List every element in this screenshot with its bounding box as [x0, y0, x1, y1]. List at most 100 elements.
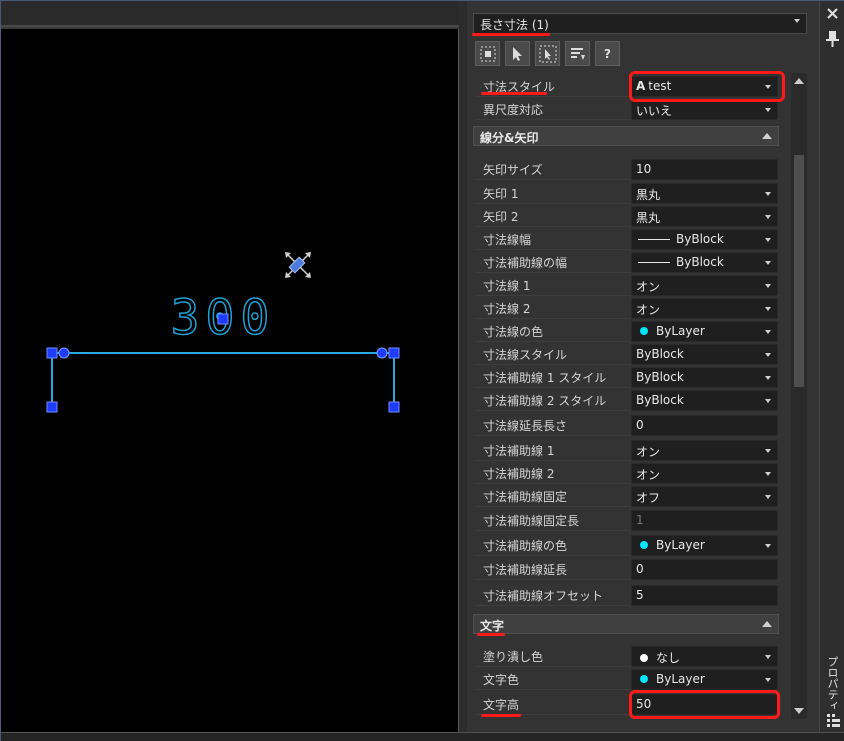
prop-select[interactable]: ByLayer: [631, 321, 778, 342]
prop-row[interactable]: 塗り潰し色 なし: [475, 645, 779, 667]
grip-dimline-end[interactable]: [388, 347, 400, 359]
prop-select[interactable]: 黒丸: [631, 183, 778, 204]
grip-ext-end[interactable]: [388, 401, 400, 413]
move-grip-icon[interactable]: [285, 252, 311, 278]
color-swatch-icon: [640, 675, 648, 683]
prop-select[interactable]: オン: [631, 440, 778, 461]
prop-row[interactable]: 矢印 1 黒丸: [475, 182, 779, 204]
prop-select[interactable]: Atest: [631, 76, 778, 97]
prop-select[interactable]: いいえ: [631, 99, 778, 120]
prop-select[interactable]: オン: [631, 463, 778, 484]
prop-row[interactable]: 寸法補助線の幅 ByBlock: [475, 251, 779, 273]
prop-row[interactable]: 寸法補助線 1 スタイル ByBlock: [475, 366, 779, 388]
prop-select[interactable]: ByLayer: [631, 669, 778, 690]
chevron-down-icon: [765, 284, 771, 288]
prop-row[interactable]: 寸法補助線 2 オン: [475, 462, 779, 484]
chevron-down-icon: [765, 399, 771, 403]
prop-row[interactable]: 寸法線 2 オン: [475, 297, 779, 319]
lineweight-swatch: [638, 262, 670, 263]
chevron-down-icon: [765, 655, 771, 659]
prop-label: 寸法補助線 2 スタイル: [483, 394, 607, 408]
collapse-icon: [762, 621, 772, 627]
prop-input[interactable]: 0: [631, 415, 778, 436]
prop-value: 黒丸: [636, 188, 661, 202]
prop-select[interactable]: ByBlock: [631, 229, 778, 250]
prop-row[interactable]: 寸法補助線延長 0: [475, 558, 779, 580]
prop-row[interactable]: 寸法補助線 1 オン: [475, 439, 779, 461]
splitter[interactable]: [459, 1, 467, 732]
drawing-canvas[interactable]: 300: [1, 1, 459, 732]
prop-label: 寸法補助線固定長: [483, 514, 580, 528]
prop-select[interactable]: ByLayer: [631, 535, 778, 556]
quick-select-icon[interactable]: [475, 41, 500, 66]
prop-row[interactable]: 寸法補助線固定 オフ: [475, 485, 779, 507]
prop-select[interactable]: ByBlock: [631, 390, 778, 411]
prop-row[interactable]: 矢印サイズ 10: [475, 158, 779, 180]
prop-input[interactable]: 10: [631, 159, 778, 180]
scroll-up-icon[interactable]: [794, 78, 804, 84]
prop-row[interactable]: 寸法線幅 ByBlock: [475, 228, 779, 250]
prop-value: オン: [636, 303, 661, 317]
prop-row[interactable]: 寸法線の色 ByLayer: [475, 320, 779, 342]
object-type-select[interactable]: 長さ寸法 (1): [473, 13, 807, 34]
chevron-down-icon: [794, 19, 800, 23]
scroll-down-icon[interactable]: [794, 708, 804, 714]
object-type-label: 長さ寸法 (1): [480, 18, 549, 32]
chevron-down-icon: [765, 449, 771, 453]
section-title: 線分&矢印: [480, 131, 539, 145]
chevron-down-icon: [765, 85, 771, 89]
chevron-down-icon: [765, 678, 771, 682]
prop-select[interactable]: オン: [631, 298, 778, 319]
grip-ext-start[interactable]: [46, 401, 58, 413]
pick-add-icon[interactable]: [535, 41, 560, 66]
prop-select[interactable]: ByBlock: [631, 344, 778, 365]
dimension-drawing[interactable]: 300: [1, 29, 459, 732]
section-header-lines[interactable]: 線分&矢印: [473, 126, 779, 146]
scroll-thumb[interactable]: [794, 155, 804, 387]
prop-select[interactable]: ByBlock: [631, 252, 778, 273]
prop-input[interactable]: 5: [631, 585, 778, 606]
chevron-down-icon: [765, 215, 771, 219]
pin-icon[interactable]: [820, 29, 844, 49]
prop-row[interactable]: 文字高 50: [475, 693, 779, 715]
annotation-underline: [477, 633, 505, 636]
properties-side-tab[interactable]: プロパティ: [824, 656, 840, 711]
prop-label: 寸法補助線固定: [483, 490, 568, 504]
grip-dimline-start[interactable]: [46, 347, 58, 359]
prop-value: オン: [636, 468, 661, 482]
prop-row[interactable]: 文字色 ByLayer: [475, 668, 779, 690]
prop-label: 寸法補助線の幅: [483, 256, 568, 270]
grip-text[interactable]: [217, 313, 229, 325]
properties-panel: 長さ寸法 (1) ? 寸法スタイル Atest 異尺度対応 いいえ 線分&矢印 …: [467, 1, 819, 732]
prop-row[interactable]: 寸法線スタイル ByBlock: [475, 343, 779, 365]
prop-row[interactable]: 寸法補助線の色 ByLayer: [475, 534, 779, 556]
prop-row[interactable]: 矢印 2 黒丸: [475, 205, 779, 227]
prop-row[interactable]: 寸法補助線固定長 1: [475, 509, 779, 531]
prop-row[interactable]: 寸法線延長長さ 0: [475, 414, 779, 436]
prop-row[interactable]: 寸法線 1 オン: [475, 274, 779, 296]
prop-row[interactable]: 寸法補助線オフセット 5: [475, 584, 779, 606]
prop-row-annotative[interactable]: 異尺度対応 いいえ: [475, 98, 779, 120]
prop-value: 5: [636, 588, 644, 602]
filter-icon[interactable]: [565, 41, 590, 66]
prop-label: 寸法線幅: [483, 233, 532, 247]
help-icon[interactable]: ?: [595, 41, 620, 66]
prop-value: ByBlock: [676, 232, 724, 246]
prop-select[interactable]: オフ: [631, 486, 778, 507]
properties-panel-icon[interactable]: [820, 711, 844, 731]
prop-select[interactable]: なし: [631, 646, 778, 667]
property-scrollbar[interactable]: [791, 73, 807, 719]
prop-value: いいえ: [636, 104, 673, 118]
prop-value: ByBlock: [676, 255, 724, 269]
prop-label: 文字色: [483, 673, 520, 687]
prop-select[interactable]: オン: [631, 275, 778, 296]
prop-input[interactable]: 0: [631, 559, 778, 580]
dim-style-icon: A: [636, 79, 646, 93]
prop-value: 黒丸: [636, 211, 661, 225]
prop-select[interactable]: 黒丸: [631, 206, 778, 227]
section-header-text[interactable]: 文字: [473, 614, 779, 634]
select-objects-icon[interactable]: [505, 41, 530, 66]
prop-select[interactable]: ByBlock: [631, 367, 778, 388]
prop-input[interactable]: 50: [631, 694, 778, 715]
prop-row[interactable]: 寸法補助線 2 スタイル ByBlock: [475, 389, 779, 411]
